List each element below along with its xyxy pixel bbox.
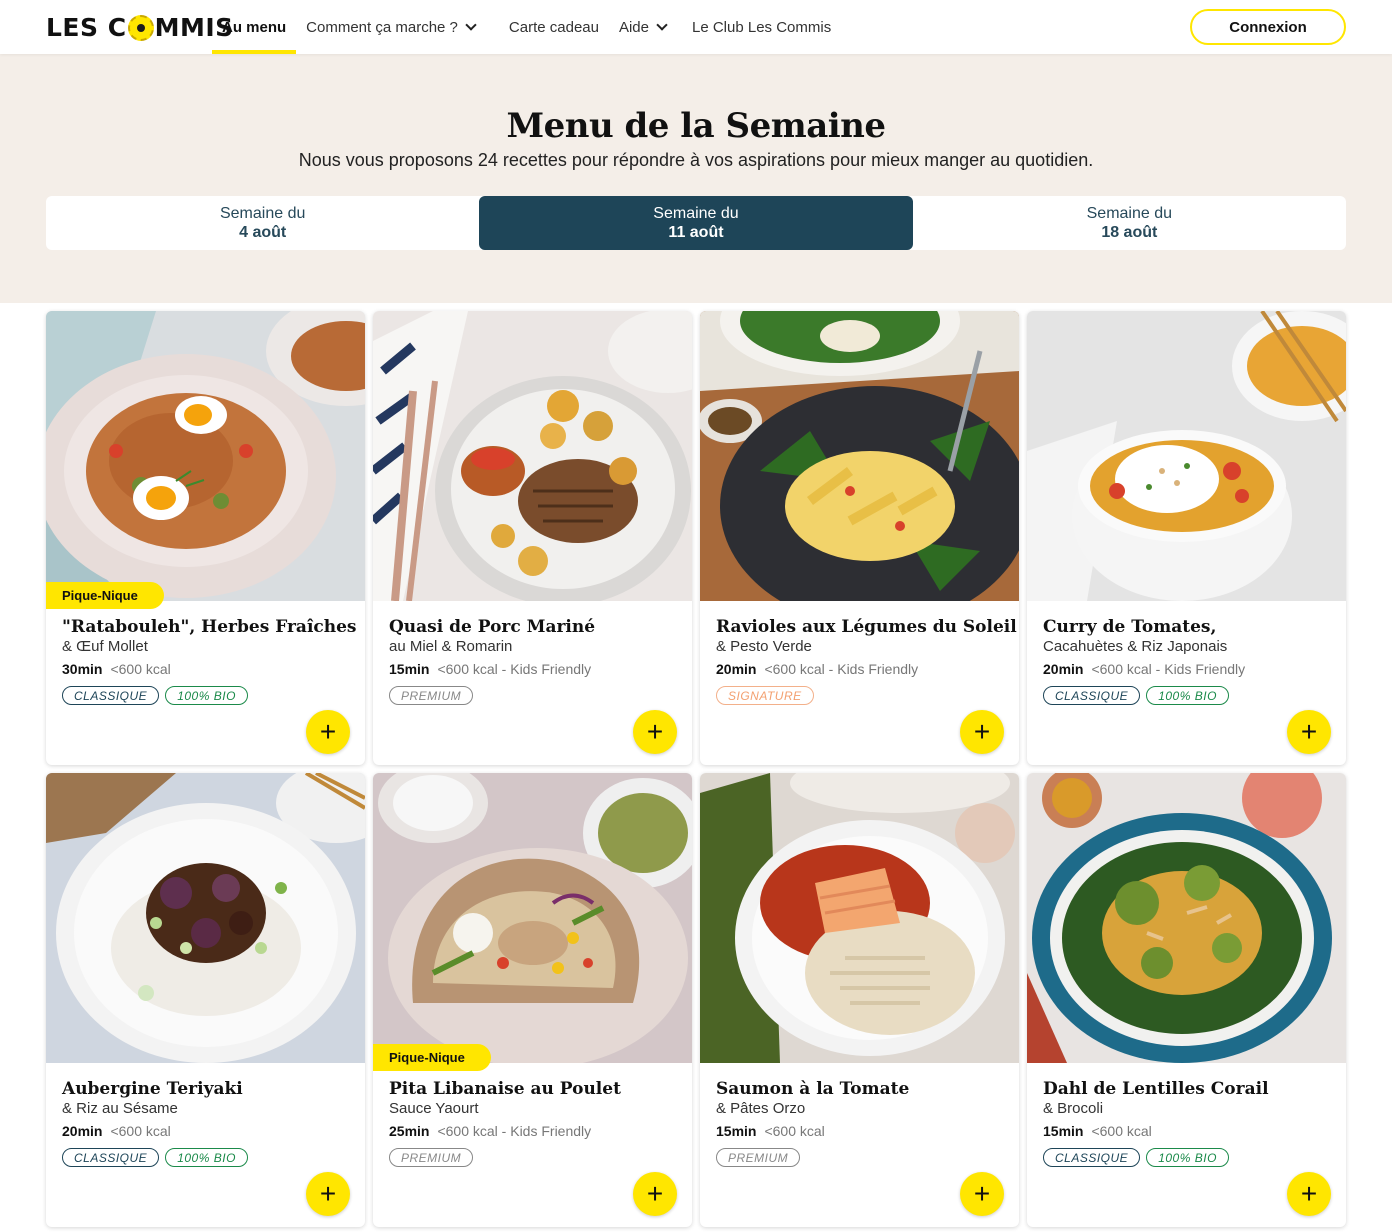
recipe-title: Dahl de Lentilles Corail: [1043, 1079, 1269, 1099]
recipe-tags: PREMIUM: [389, 1148, 474, 1167]
add-recipe-button[interactable]: +: [306, 1172, 350, 1216]
recipe-meta: 15min <600 kcal: [716, 1123, 825, 1139]
recipe-meta: 30min <600 kcal: [62, 661, 171, 677]
recipe-tags: CLASSIQUE 100% BIO: [62, 1148, 248, 1167]
tag-classique: CLASSIQUE: [62, 1148, 160, 1167]
nav-item-aide[interactable]: Aide: [609, 0, 676, 54]
recipe-subtitle: au Miel & Romarin: [389, 638, 513, 655]
page-subtitle: Nous vous proposons 24 recettes pour rép…: [298, 150, 1094, 170]
recipe-card[interactable]: Quasi de Porc Mariné au Miel & Romarin 1…: [373, 311, 692, 765]
add-recipe-button[interactable]: +: [960, 1172, 1004, 1216]
les-commis-logo[interactable]: LES C MMIS: [46, 11, 234, 43]
recipe-subtitle: Sauce Yaourt: [389, 1100, 479, 1117]
add-recipe-button[interactable]: +: [1287, 1172, 1331, 1216]
nav-item-carte-cadeau[interactable]: Carte cadeau: [499, 0, 609, 54]
recipe-tags: SIGNATURE: [716, 686, 814, 705]
recipe-card[interactable]: Dahl de Lentilles Corail & Brocoli 15min…: [1027, 773, 1346, 1227]
top-navigation: LES C MMIS Au menu Comment ça marche ? Ca…: [0, 0, 1392, 54]
recipe-tags: CLASSIQUE 100% BIO: [1043, 686, 1229, 705]
tag-premium: PREMIUM: [389, 1148, 474, 1167]
add-recipe-button[interactable]: +: [960, 710, 1004, 754]
recipe-card[interactable]: Aubergine Teriyaki & Riz au Sésame 20min…: [46, 773, 365, 1227]
recipe-subtitle: & Riz au Sésame: [62, 1100, 178, 1117]
recipe-title: Saumon à la Tomate: [716, 1079, 910, 1099]
tag-premium: PREMIUM: [716, 1148, 801, 1167]
tag-bio: 100% BIO: [1146, 1148, 1229, 1167]
add-recipe-button[interactable]: +: [306, 710, 350, 754]
login-button[interactable]: Connexion: [1190, 9, 1346, 45]
nav-item-au-menu[interactable]: Au menu: [212, 0, 297, 54]
tag-classique: CLASSIQUE: [62, 686, 160, 705]
recipe-meta: 20min <600 kcal - Kids Friendly: [716, 661, 919, 677]
recipe-subtitle: & Œuf Mollet: [62, 638, 148, 655]
lentil-dahl-broccoli-image: [1027, 773, 1346, 1063]
recipe-tags: CLASSIQUE 100% BIO: [1043, 1148, 1229, 1167]
salmon-orzo-image: [700, 773, 1019, 1063]
recipe-meta: 20min <600 kcal: [62, 1123, 171, 1139]
recipe-meta: 15min <600 kcal: [1043, 1123, 1152, 1139]
tag-bio: 100% BIO: [165, 686, 248, 705]
main-menu: Au menu Comment ça marche ? Carte cadeau…: [212, 0, 841, 54]
tag-bio: 100% BIO: [1146, 686, 1229, 705]
recipe-title: Quasi de Porc Mariné: [389, 617, 596, 637]
recipe-subtitle: Cacahuètes & Riz Japonais: [1043, 638, 1228, 655]
sun-logo-icon: [127, 15, 154, 41]
recipe-card[interactable]: Curry de Tomates, Cacahuètes & Riz Japon…: [1027, 311, 1346, 765]
recipe-card[interactable]: Ravioles aux Légumes du Soleil & Pesto V…: [700, 311, 1019, 765]
recipe-card[interactable]: Pique-Nique Pita Libanaise au Poulet Sau…: [373, 773, 692, 1227]
ravioli-spinach-plate-image: [700, 311, 1019, 601]
recipe-title: Ravioles aux Légumes du Soleil: [716, 617, 1017, 637]
recipe-tags: PREMIUM: [716, 1148, 801, 1167]
recipe-meta: 25min <600 kcal - Kids Friendly: [389, 1123, 592, 1139]
recipe-subtitle: & Pâtes Orzo: [716, 1100, 806, 1117]
ratabouleh-bowl-image: [46, 311, 365, 601]
week-menu-hero: Menu de la Semaine Nous vous proposons 2…: [0, 54, 1392, 303]
recipe-tags: PREMIUM: [389, 686, 474, 705]
tomato-curry-rice-bowl-image: [1027, 311, 1346, 601]
recipe-subtitle: & Brocoli: [1043, 1100, 1104, 1117]
tag-premium: PREMIUM: [389, 686, 474, 705]
recipe-title: Curry de Tomates,: [1043, 617, 1217, 637]
week-selector: Semaine du 4 août Semaine du 11 août Sem…: [46, 196, 1346, 250]
recipe-tags: CLASSIQUE 100% BIO: [62, 686, 248, 705]
aubergine-teriyaki-rice-image: [46, 773, 365, 1063]
nav-item-club[interactable]: Le Club Les Commis: [682, 0, 841, 54]
tag-bio: 100% BIO: [165, 1148, 248, 1167]
recipe-title: Aubergine Teriyaki: [62, 1079, 243, 1099]
chevron-down-icon: [656, 18, 668, 31]
add-recipe-button[interactable]: +: [1287, 710, 1331, 754]
add-recipe-button[interactable]: +: [633, 1172, 677, 1216]
week-tab-4-aout[interactable]: Semaine du 4 août: [46, 196, 479, 250]
pork-potatoes-plate-image: [373, 311, 692, 601]
chicken-pita-image: [373, 773, 692, 1063]
week-tab-11-aout[interactable]: Semaine du 11 août: [479, 196, 913, 250]
recipe-title: Pita Libanaise au Poulet: [389, 1079, 621, 1099]
tag-signature: SIGNATURE: [716, 686, 814, 705]
recipe-card[interactable]: Pique-Nique "Ratabouleh", Herbes Fraîche…: [46, 311, 365, 765]
recipe-meta: 15min <600 kcal - Kids Friendly: [389, 661, 592, 677]
tag-classique: CLASSIQUE: [1043, 686, 1141, 705]
recipe-title: "Ratabouleh", Herbes Fraîches: [62, 617, 357, 637]
page-title: Menu de la Semaine: [506, 106, 886, 146]
add-recipe-button[interactable]: +: [633, 710, 677, 754]
pique-nique-badge: Pique-Nique: [373, 1044, 491, 1071]
nav-item-comment-ca-marche[interactable]: Comment ça marche ?: [296, 0, 485, 54]
tag-classique: CLASSIQUE: [1043, 1148, 1141, 1167]
week-tab-18-aout[interactable]: Semaine du 18 août: [913, 196, 1346, 250]
pique-nique-badge: Pique-Nique: [46, 582, 164, 609]
recipe-card[interactable]: Saumon à la Tomate & Pâtes Orzo 15min <60…: [700, 773, 1019, 1227]
recipe-meta: 20min <600 kcal - Kids Friendly: [1043, 661, 1246, 677]
recipe-subtitle: & Pesto Verde: [716, 638, 812, 655]
chevron-down-icon: [465, 18, 477, 31]
